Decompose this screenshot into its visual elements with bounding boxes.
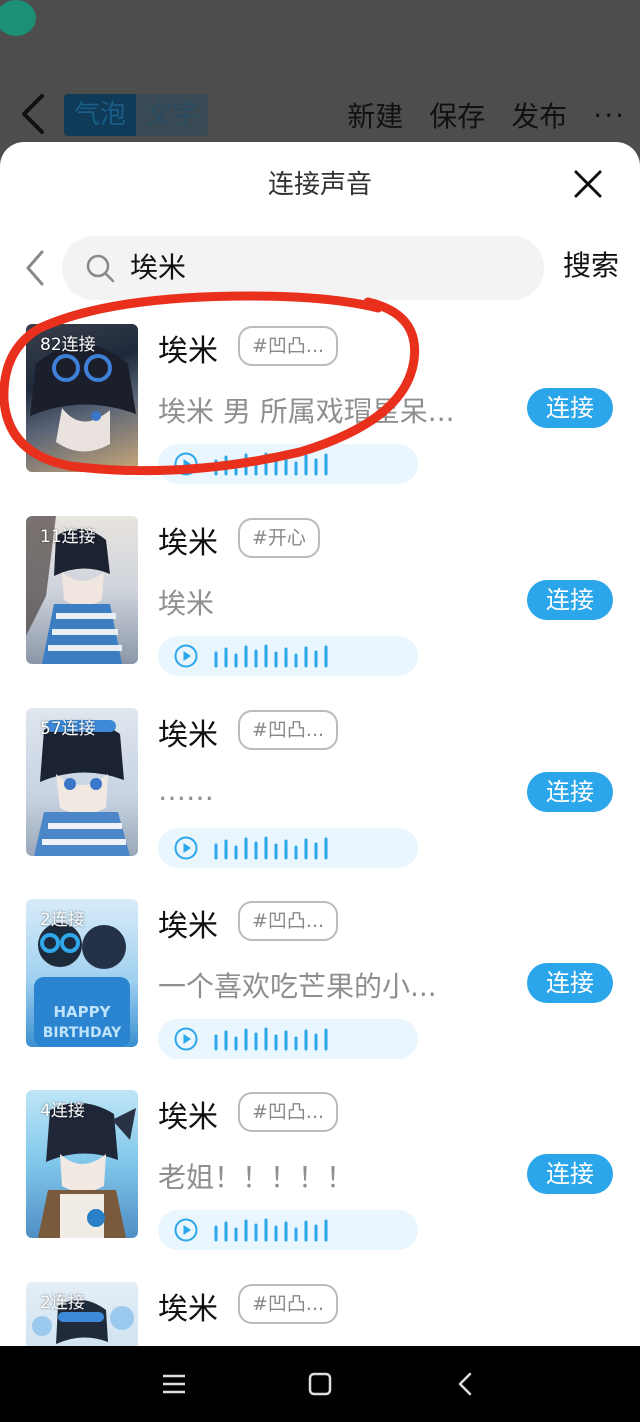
audio-player[interactable] bbox=[158, 636, 418, 676]
voice-tag[interactable]: #凹凸... bbox=[238, 1284, 339, 1324]
waveform-icon bbox=[214, 836, 328, 860]
audio-player[interactable] bbox=[158, 1210, 418, 1250]
voice-avatar: 82连接 bbox=[26, 324, 138, 472]
connect-count: 11连接 bbox=[40, 527, 96, 547]
voice-description: 一个喜欢吃芒果的小... bbox=[158, 970, 437, 1003]
editor-toolbar: 气泡 文字 新建 保存 发布 ··· bbox=[0, 80, 640, 150]
voice-tag[interactable]: #凹凸... bbox=[238, 1092, 339, 1132]
new-button[interactable]: 新建 bbox=[347, 95, 403, 135]
connect-count: 57连接 bbox=[40, 719, 96, 739]
waveform-icon bbox=[214, 452, 328, 476]
search-back-icon[interactable] bbox=[22, 248, 48, 288]
connect-count: 4连接 bbox=[40, 1101, 85, 1121]
voice-name: 埃米 bbox=[158, 1292, 218, 1327]
search-button[interactable]: 搜索 bbox=[563, 244, 619, 284]
connect-button[interactable]: 连接 bbox=[527, 580, 613, 620]
play-icon[interactable] bbox=[174, 452, 198, 476]
app-status-dot bbox=[0, 0, 36, 36]
voice-avatar: 4连接 bbox=[26, 1090, 138, 1238]
connect-count: 2连接 bbox=[40, 910, 85, 930]
voice-name: 埃米 bbox=[158, 1100, 218, 1135]
list-item[interactable]: 82连接 埃米 #凹凸... 埃米 男 所属戏瑁星呆... 连接 bbox=[0, 324, 640, 514]
connect-button[interactable]: 连接 bbox=[527, 1154, 613, 1194]
audio-player[interactable] bbox=[158, 1019, 418, 1059]
voice-tag[interactable]: #凹凸... bbox=[238, 710, 339, 750]
voice-name: 埃米 bbox=[158, 334, 218, 369]
play-icon[interactable] bbox=[174, 1218, 198, 1242]
voice-avatar: HAPPY BIRTHDAY 2连接 bbox=[26, 899, 138, 1047]
search-row: 搜索 bbox=[0, 236, 640, 300]
back-icon[interactable] bbox=[18, 92, 48, 136]
connect-button[interactable]: 连接 bbox=[527, 963, 613, 1003]
system-nav-bar bbox=[0, 1346, 640, 1422]
list-item[interactable]: 2连接 埃米 #凹凸... 连接 bbox=[0, 1282, 640, 1346]
tab-bubble[interactable]: 气泡 bbox=[64, 94, 137, 136]
voice-avatar: 2连接 bbox=[26, 1282, 138, 1346]
audio-player[interactable] bbox=[158, 828, 418, 868]
close-icon[interactable] bbox=[572, 168, 604, 200]
connect-count: 2连接 bbox=[40, 1293, 85, 1313]
voice-name: 埃米 bbox=[158, 526, 218, 561]
menu-icon[interactable] bbox=[160, 1370, 188, 1398]
connect-button[interactable]: 连接 bbox=[527, 772, 613, 812]
search-box[interactable] bbox=[62, 236, 544, 300]
play-icon[interactable] bbox=[174, 1027, 198, 1051]
voice-avatar: 11连接 bbox=[26, 516, 138, 664]
list-item[interactable]: 4连接 埃米 #凹凸... 老姐！！！！！ 连接 bbox=[0, 1090, 640, 1280]
sheet-title: 连接声音 bbox=[267, 170, 372, 200]
voice-tag[interactable]: #凹凸... bbox=[238, 901, 339, 941]
voice-name: 埃米 bbox=[158, 909, 218, 944]
voice-tag[interactable]: #开心 bbox=[238, 518, 320, 558]
voice-avatar: 57连接 bbox=[26, 708, 138, 856]
connect-voice-sheet: 连接声音 搜索 82连接 埃米 # bbox=[0, 142, 640, 1346]
mode-toggle: 气泡 文字 bbox=[64, 94, 209, 136]
voice-description: 老姐！！！！！ bbox=[158, 1161, 355, 1194]
waveform-icon bbox=[214, 1218, 328, 1242]
search-icon bbox=[86, 254, 115, 283]
voice-tag[interactable]: #凹凸... bbox=[238, 326, 339, 366]
save-button[interactable]: 保存 bbox=[429, 95, 485, 135]
publish-button[interactable]: 发布 bbox=[511, 95, 567, 135]
tab-text[interactable]: 文字 bbox=[136, 94, 209, 136]
waveform-icon bbox=[214, 1027, 328, 1051]
toolbar-actions: 新建 保存 发布 ··· bbox=[347, 94, 640, 136]
play-icon[interactable] bbox=[174, 644, 198, 668]
home-icon[interactable] bbox=[306, 1370, 334, 1398]
more-button[interactable]: ··· bbox=[593, 99, 626, 132]
list-item[interactable]: 57连接 埃米 #凹凸... …… 连接 bbox=[0, 708, 640, 898]
waveform-icon bbox=[214, 644, 328, 668]
voice-description: …… bbox=[158, 774, 214, 807]
play-icon[interactable] bbox=[174, 836, 198, 860]
connect-button[interactable]: 连接 bbox=[527, 388, 613, 428]
svg-text:BIRTHDAY: BIRTHDAY bbox=[43, 1025, 122, 1041]
list-item[interactable]: HAPPY BIRTHDAY 2连接 埃米 #凹凸... 一个喜欢吃芒果的小..… bbox=[0, 899, 640, 1089]
voice-description: 埃米 男 所属戏瑁星呆... bbox=[158, 395, 455, 428]
audio-player[interactable] bbox=[158, 444, 418, 484]
back-nav-icon[interactable] bbox=[452, 1370, 480, 1398]
svg-text:HAPPY: HAPPY bbox=[53, 1003, 111, 1021]
voice-name: 埃米 bbox=[158, 718, 218, 753]
search-input[interactable] bbox=[130, 236, 510, 300]
connect-count: 82连接 bbox=[40, 335, 96, 355]
list-item[interactable]: 11连接 埃米 #开心 埃米 连接 bbox=[0, 516, 640, 706]
voice-description: 埃米 bbox=[158, 587, 215, 620]
